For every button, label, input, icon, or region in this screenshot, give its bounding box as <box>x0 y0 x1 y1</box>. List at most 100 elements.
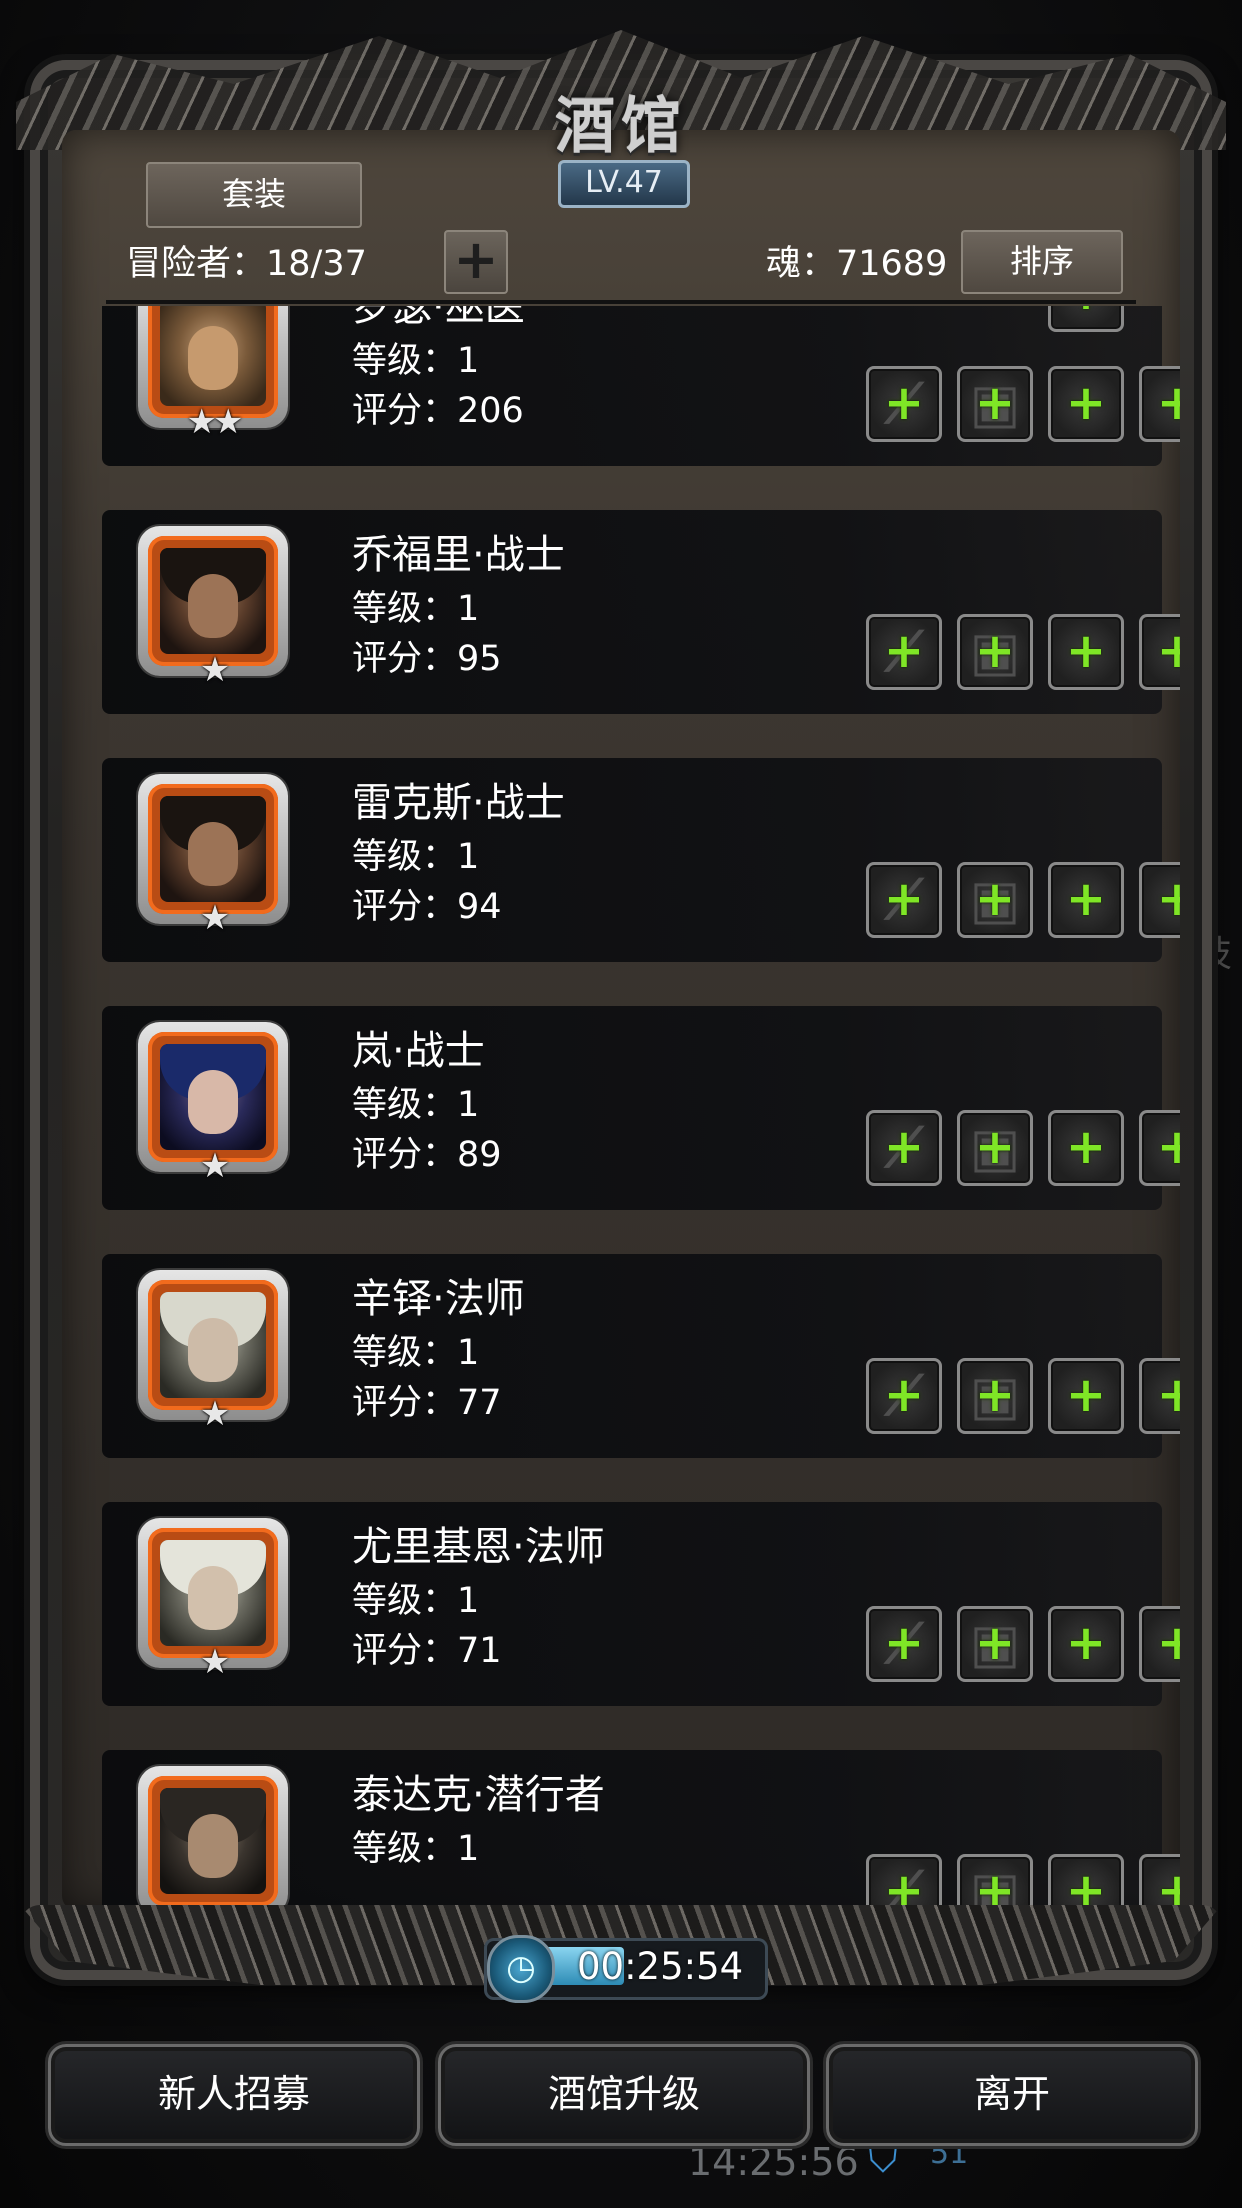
hero-portrait[interactable] <box>138 1766 288 1910</box>
hero-portrait[interactable]: ★ <box>138 1518 288 1682</box>
hero-portrait[interactable]: ★ <box>138 1270 288 1434</box>
plus-icon: + <box>883 1615 925 1671</box>
plus-icon: + <box>1156 375 1180 431</box>
hero-name: 雷克斯·战士 <box>352 780 565 826</box>
accessory-slot[interactable]: + <box>1139 1854 1180 1910</box>
plus-icon: + <box>974 1367 1016 1423</box>
hero-portrait[interactable]: ★★ <box>138 306 288 442</box>
plus-icon: + <box>883 1119 925 1175</box>
plus-icon: + <box>974 1615 1016 1671</box>
accessory-slot[interactable]: + <box>1139 614 1180 690</box>
plus-icon: + <box>1065 1863 1107 1910</box>
hero-name: 罗瑟·巫医 <box>352 306 525 330</box>
hero-name: 辛铎·法师 <box>352 1276 525 1322</box>
upgrade-tavern-button[interactable]: 酒馆升级 <box>438 2044 810 2146</box>
hero-score: 评分：94 <box>352 887 502 927</box>
plus-icon: + <box>1065 871 1107 927</box>
accessory-slot[interactable]: + <box>1048 862 1124 938</box>
armor-slot[interactable]: ▣ + <box>957 1110 1033 1186</box>
accessory-slot[interactable]: + <box>1139 862 1180 938</box>
accessory-slot[interactable]: + <box>1048 614 1124 690</box>
accessory-slot[interactable]: + <box>1139 1358 1180 1434</box>
hero-list[interactable]: ★★ 罗瑟·巫医 等级：1 评分：206 + ⟋+ ▣+ + + ★ 乔福里·战… <box>62 306 1180 1910</box>
hero-card[interactable]: ★★ 罗瑟·巫医 等级：1 评分：206 + ⟋+ ▣+ + + <box>102 306 1180 466</box>
weapon-slot[interactable]: ⟋ + <box>866 1854 942 1910</box>
accessory-slot[interactable]: + <box>1048 366 1124 442</box>
background-clock: 14:25:56 <box>688 2140 859 2184</box>
plus-icon: + <box>1156 1863 1180 1910</box>
hero-name: 尤里基恩·法师 <box>352 1524 605 1570</box>
star-rating: ★ <box>199 650 230 690</box>
plus-icon: + <box>883 375 925 431</box>
accessory-slot[interactable]: + <box>1139 1110 1180 1186</box>
hero-level: 等级：1 <box>352 341 480 381</box>
clock-icon: ◷ <box>487 1935 555 2003</box>
hero-level: 等级：1 <box>352 837 480 877</box>
plus-icon: + <box>1156 871 1180 927</box>
hero-card[interactable]: 泰达克·潜行者 等级：1 ⟋ + ▣ + + + <box>102 1750 1180 1910</box>
star-rating: ★ <box>199 1642 230 1682</box>
weapon-slot[interactable]: ⟋ + <box>866 862 942 938</box>
hero-card[interactable]: ★ 辛铎·法师 等级：1 评分：77 ⟋ + ▣ + + + <box>102 1254 1180 1458</box>
hero-score: 评分：95 <box>352 639 502 679</box>
hero-portrait[interactable]: ★ <box>138 1022 288 1186</box>
accessory-slot[interactable]: + <box>1048 1854 1124 1910</box>
accessory-slot[interactable]: + <box>1048 1358 1124 1434</box>
armor-slot[interactable]: ▣ + <box>957 862 1033 938</box>
plus-icon: + <box>974 375 1016 431</box>
armor-slot[interactable]: ▣ + <box>957 614 1033 690</box>
plus-icon: + <box>1051 306 1121 329</box>
leave-button[interactable]: 离开 <box>826 2044 1198 2146</box>
hero-card[interactable]: ★ 尤里基恩·法师 等级：1 评分：71 ⟋ + ▣ + + + <box>102 1502 1180 1706</box>
star-rating: ★★ <box>186 402 244 442</box>
hero-score: 评分：77 <box>352 1383 502 1423</box>
accessory-slot[interactable]: + <box>1139 366 1180 442</box>
recruit-button[interactable]: 新人招募 <box>48 2044 420 2146</box>
hero-level: 等级：1 <box>352 589 480 629</box>
plus-icon: + <box>1065 623 1107 679</box>
page-title: 酒馆 <box>555 92 687 162</box>
hero-card[interactable]: ★ 雷克斯·战士 等级：1 评分：94 ⟋ + ▣ + + + <box>102 758 1180 962</box>
hero-card[interactable]: ★ 岚·战士 等级：1 评分：89 ⟋ + ▣ + + + <box>102 1006 1180 1210</box>
hero-portrait[interactable]: ★ <box>138 774 288 938</box>
add-adventurer-button[interactable]: + <box>444 230 508 294</box>
suit-button[interactable]: 套装 <box>146 162 362 228</box>
hero-card[interactable]: ★ 乔福里·战士 等级：1 评分：95 ⟋ + ▣ + + + <box>102 510 1180 714</box>
star-rating: ★ <box>199 898 230 938</box>
plus-icon: + <box>883 1863 925 1910</box>
weapon-slot[interactable]: ⟋ + <box>866 1110 942 1186</box>
weapon-slot[interactable]: ⟋ + <box>866 614 942 690</box>
star-rating: ★ <box>199 1146 230 1186</box>
armor-slot[interactable]: ▣ + <box>957 1606 1033 1682</box>
weapon-slot[interactable]: ⟋ + <box>866 366 942 442</box>
plus-icon: + <box>1065 1367 1107 1423</box>
hero-portrait[interactable]: ★ <box>138 526 288 690</box>
accessory-slot[interactable]: + <box>1048 1110 1124 1186</box>
plus-icon: + <box>883 1367 925 1423</box>
timer-value: 00:25:54 <box>577 1945 744 1988</box>
soul-count: 魂：71689 <box>766 244 948 284</box>
equip-slot-extra[interactable]: + <box>1048 306 1124 332</box>
accessory-slot[interactable]: + <box>1139 1606 1180 1682</box>
hero-level: 等级：1 <box>352 1333 480 1373</box>
level-badge: LV.47 <box>558 160 690 208</box>
plus-icon: + <box>974 623 1016 679</box>
sort-button[interactable]: 排序 <box>961 230 1123 294</box>
timer-bar: ◷ 00:25:54 <box>484 1935 768 2003</box>
hero-name: 泰达克·潜行者 <box>352 1772 605 1818</box>
plus-icon: + <box>1065 1119 1107 1175</box>
header-divider <box>106 300 1136 304</box>
armor-slot[interactable]: ▣ + <box>957 1854 1033 1910</box>
armor-slot[interactable]: ▣ + <box>957 1358 1033 1434</box>
accessory-slot[interactable]: + <box>1048 1606 1124 1682</box>
armor-slot[interactable]: ▣ + <box>957 366 1033 442</box>
weapon-slot[interactable]: ⟋ + <box>866 1606 942 1682</box>
hero-name: 乔福里·战士 <box>352 532 565 578</box>
plus-icon: + <box>1156 1367 1180 1423</box>
hero-score: 评分：89 <box>352 1135 502 1175</box>
weapon-slot[interactable]: ⟋ + <box>866 1358 942 1434</box>
hero-score: 评分：71 <box>352 1631 502 1671</box>
hero-level: 等级：1 <box>352 1085 480 1125</box>
plus-icon: + <box>1065 1615 1107 1671</box>
plus-icon: + <box>883 623 925 679</box>
